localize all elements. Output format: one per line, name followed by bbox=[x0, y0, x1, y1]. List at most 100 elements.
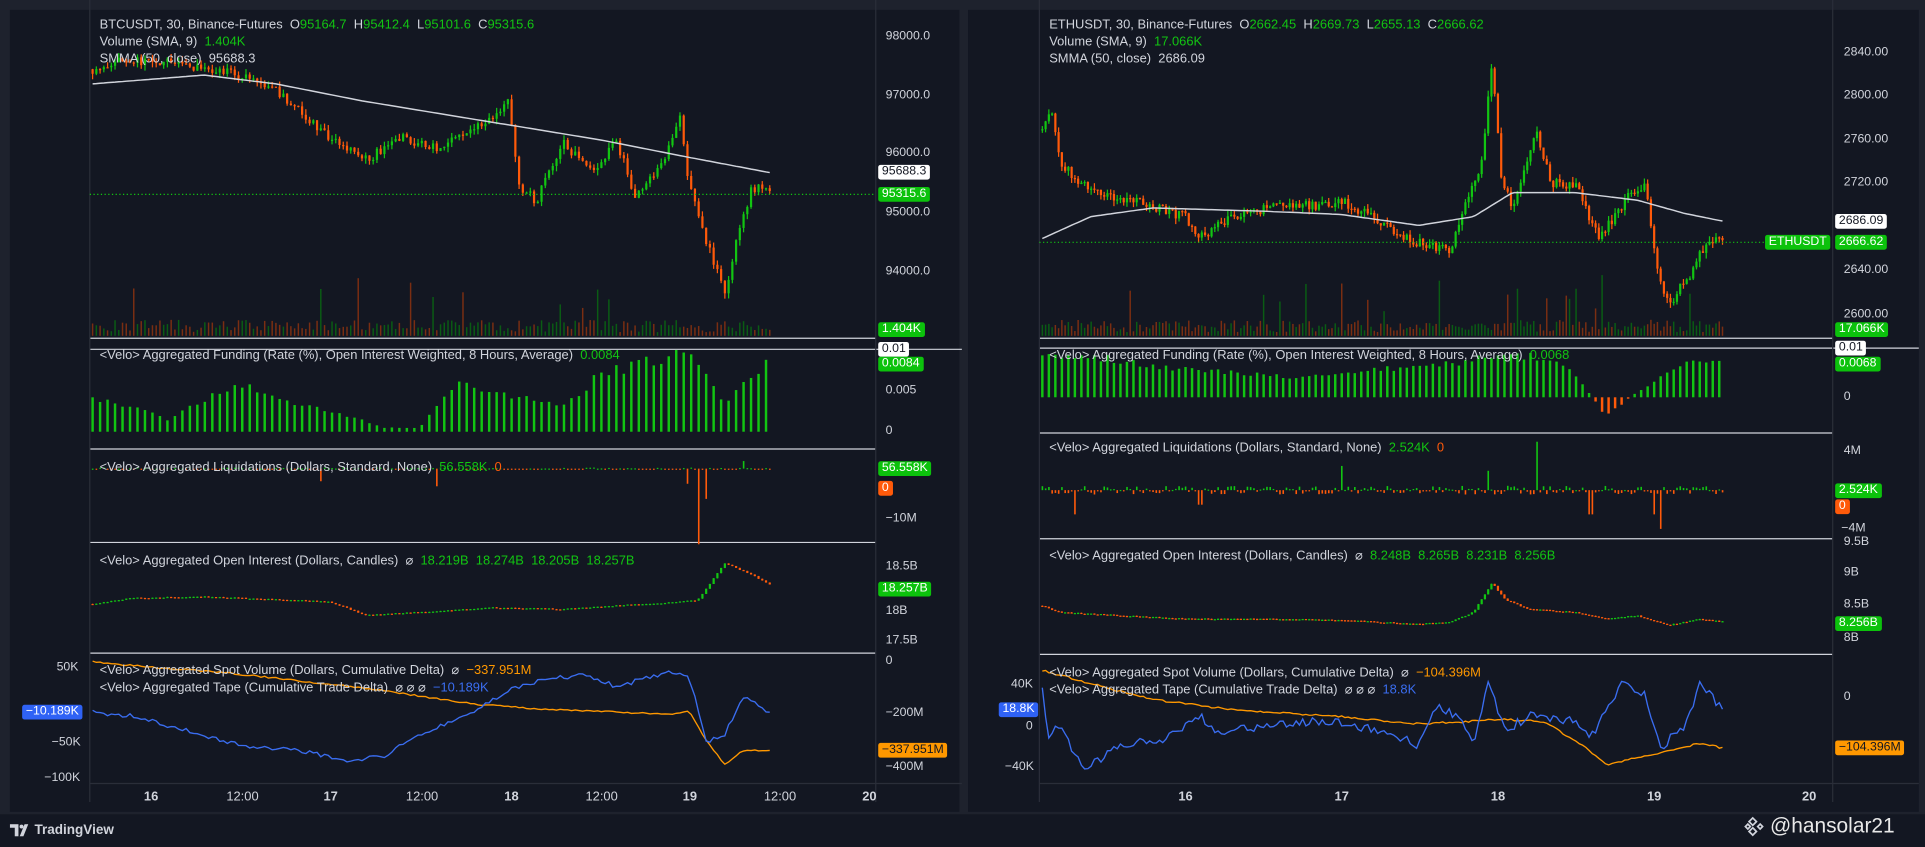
volume-bar bbox=[1288, 321, 1291, 336]
hide-icon[interactable]: ⌀ bbox=[405, 554, 413, 569]
candle-body bbox=[1298, 203, 1301, 208]
candle-body bbox=[431, 143, 435, 150]
cvd-tick: 0 bbox=[1843, 690, 1851, 704]
volume-bar bbox=[1539, 324, 1541, 336]
funding-bar bbox=[510, 398, 513, 432]
oi-candle-body bbox=[1369, 621, 1373, 623]
oi-candle-body bbox=[1350, 620, 1353, 622]
eth-spot-legend[interactable]: <Velo> Aggregated Spot Volume (Dollars, … bbox=[1049, 665, 1481, 681]
oi-candle-body bbox=[375, 614, 379, 616]
btc-oi-legend[interactable]: <Velo> Aggregated Open Interest (Dollars… bbox=[100, 554, 635, 570]
btc-spot-legend[interactable]: <Velo> Aggregated Spot Volume (Dollars, … bbox=[100, 663, 532, 679]
candle-body bbox=[768, 188, 771, 191]
hide-icons[interactable]: ⌀ ⌀ ⌀ bbox=[1345, 683, 1376, 698]
candle-body bbox=[1213, 227, 1216, 229]
candle-body bbox=[312, 120, 315, 124]
low-value: 95101.6 bbox=[424, 17, 471, 32]
hide-icon[interactable]: ⌀ bbox=[451, 663, 459, 678]
liquidation-bar bbox=[1109, 489, 1112, 491]
hide-icons[interactable]: ⌀ ⌀ ⌀ bbox=[395, 680, 426, 695]
liquidation-bar bbox=[1506, 485, 1509, 491]
btc-symbol-legend[interactable]: BTCUSDT, 30, Binance-Futures O95164.7 H9… bbox=[100, 17, 535, 33]
eth-oi-legend[interactable]: <Velo> Aggregated Open Interest (Dollars… bbox=[1049, 549, 1555, 565]
liquidation-bar bbox=[1236, 490, 1239, 492]
volume-bar bbox=[716, 322, 719, 336]
volume-bar bbox=[660, 324, 663, 336]
btc-liquidations-legend[interactable]: <Velo> Aggregated Liquidations (Dollars,… bbox=[100, 460, 502, 476]
liquidation-bar bbox=[1536, 441, 1538, 491]
tradingview-logo[interactable]: TradingView bbox=[9, 823, 114, 838]
btc-funding-legend[interactable]: <Velo> Aggregated Funding (Rate (%), Ope… bbox=[100, 348, 620, 364]
candle-body bbox=[1077, 178, 1080, 184]
funding-bar bbox=[113, 403, 117, 432]
eth-volume-legend[interactable]: Volume (SMA, 9) 17.066K bbox=[1049, 34, 1202, 50]
oi-candle-body bbox=[271, 598, 274, 601]
oi-candle-body bbox=[1252, 618, 1255, 620]
oi-candle-body bbox=[1243, 618, 1246, 621]
eth-tape-legend[interactable]: <Velo> Aggregated Tape (Cumulative Trade… bbox=[1049, 683, 1416, 699]
tape-tick: 0 bbox=[1025, 719, 1033, 734]
liquidation-bar bbox=[596, 468, 599, 470]
volume-bar bbox=[1568, 298, 1571, 336]
candle-body bbox=[1565, 186, 1568, 189]
liquidation-bar bbox=[1705, 486, 1708, 491]
oi-candle-body bbox=[143, 597, 147, 600]
hide-icon[interactable]: ⌀ bbox=[1401, 665, 1409, 680]
candle-body bbox=[712, 247, 715, 265]
oi-candle-body bbox=[551, 608, 554, 610]
eth-funding-legend[interactable]: <Velo> Aggregated Funding (Rate (%), Ope… bbox=[1049, 348, 1569, 364]
oi-candle-body bbox=[1548, 609, 1552, 612]
funding-bar bbox=[1301, 376, 1304, 398]
oi-candle-body bbox=[413, 612, 416, 614]
liquidation-bar bbox=[1493, 490, 1496, 495]
liquidation-bar bbox=[1591, 490, 1594, 515]
candle-body bbox=[1594, 223, 1597, 228]
volume-bar bbox=[215, 327, 217, 336]
liquidation-bar bbox=[581, 468, 584, 470]
oi-candle-body bbox=[1431, 622, 1434, 625]
candle-body bbox=[727, 279, 730, 294]
oi-candle-body bbox=[1662, 622, 1666, 625]
volume-bar bbox=[1415, 324, 1418, 336]
funding-level-badge: 0.01 bbox=[878, 341, 910, 357]
eth-smma-legend[interactable]: SMMA (50, close) 2686.09 bbox=[1049, 52, 1205, 68]
funding-bar bbox=[435, 405, 439, 432]
volume-bar bbox=[1503, 323, 1506, 336]
eth-symbol-legend[interactable]: ETHUSDT, 30, Binance-Futures O2662.45 H2… bbox=[1049, 17, 1484, 33]
liquidation-bar bbox=[1650, 490, 1652, 493]
volume-bar bbox=[1327, 329, 1330, 336]
btc-tape-legend[interactable]: <Velo> Aggregated Tape (Cumulative Trade… bbox=[100, 680, 489, 696]
candle-body bbox=[581, 157, 584, 161]
liquidation-bar bbox=[754, 468, 756, 470]
liquidation-bar bbox=[1682, 487, 1685, 491]
candle-body bbox=[1431, 242, 1434, 245]
oi-candle-body bbox=[357, 610, 360, 613]
oi-candle-body bbox=[1701, 619, 1705, 621]
liquidation-bar bbox=[1689, 490, 1691, 494]
volume-bar bbox=[1347, 323, 1349, 336]
funding-bar bbox=[1366, 370, 1370, 398]
cvd-tick: 0 bbox=[885, 654, 893, 668]
liquidation-bar bbox=[1454, 490, 1457, 492]
liquidation-bar bbox=[611, 468, 614, 470]
btc-volume-legend[interactable]: Volume (SMA, 9) 1.404K bbox=[100, 34, 246, 50]
oi-candle-body bbox=[488, 607, 491, 609]
btc-smma-legend[interactable]: SMMA (50, close) 95688.3 bbox=[100, 52, 256, 68]
oi-candle-body bbox=[1516, 603, 1519, 605]
liquidation-bar bbox=[1337, 490, 1340, 492]
oi-candle-body bbox=[1386, 622, 1389, 624]
volume-bar bbox=[1246, 321, 1249, 336]
candle-body bbox=[244, 74, 248, 79]
volume-bar bbox=[379, 325, 382, 336]
liquidation-bar bbox=[585, 467, 588, 469]
volume-bar bbox=[593, 320, 595, 336]
open-label: O bbox=[1239, 17, 1250, 32]
volume-bar bbox=[1698, 321, 1701, 336]
candle-body bbox=[1386, 222, 1389, 224]
volume-bar bbox=[1337, 327, 1340, 336]
funding-bar bbox=[1412, 365, 1415, 398]
eth-liquidations-legend[interactable]: <Velo> Aggregated Liquidations (Dollars,… bbox=[1049, 440, 1444, 456]
hide-icon[interactable]: ⌀ bbox=[1355, 549, 1363, 564]
volume-bar bbox=[144, 320, 146, 336]
funding-bar bbox=[420, 424, 424, 432]
